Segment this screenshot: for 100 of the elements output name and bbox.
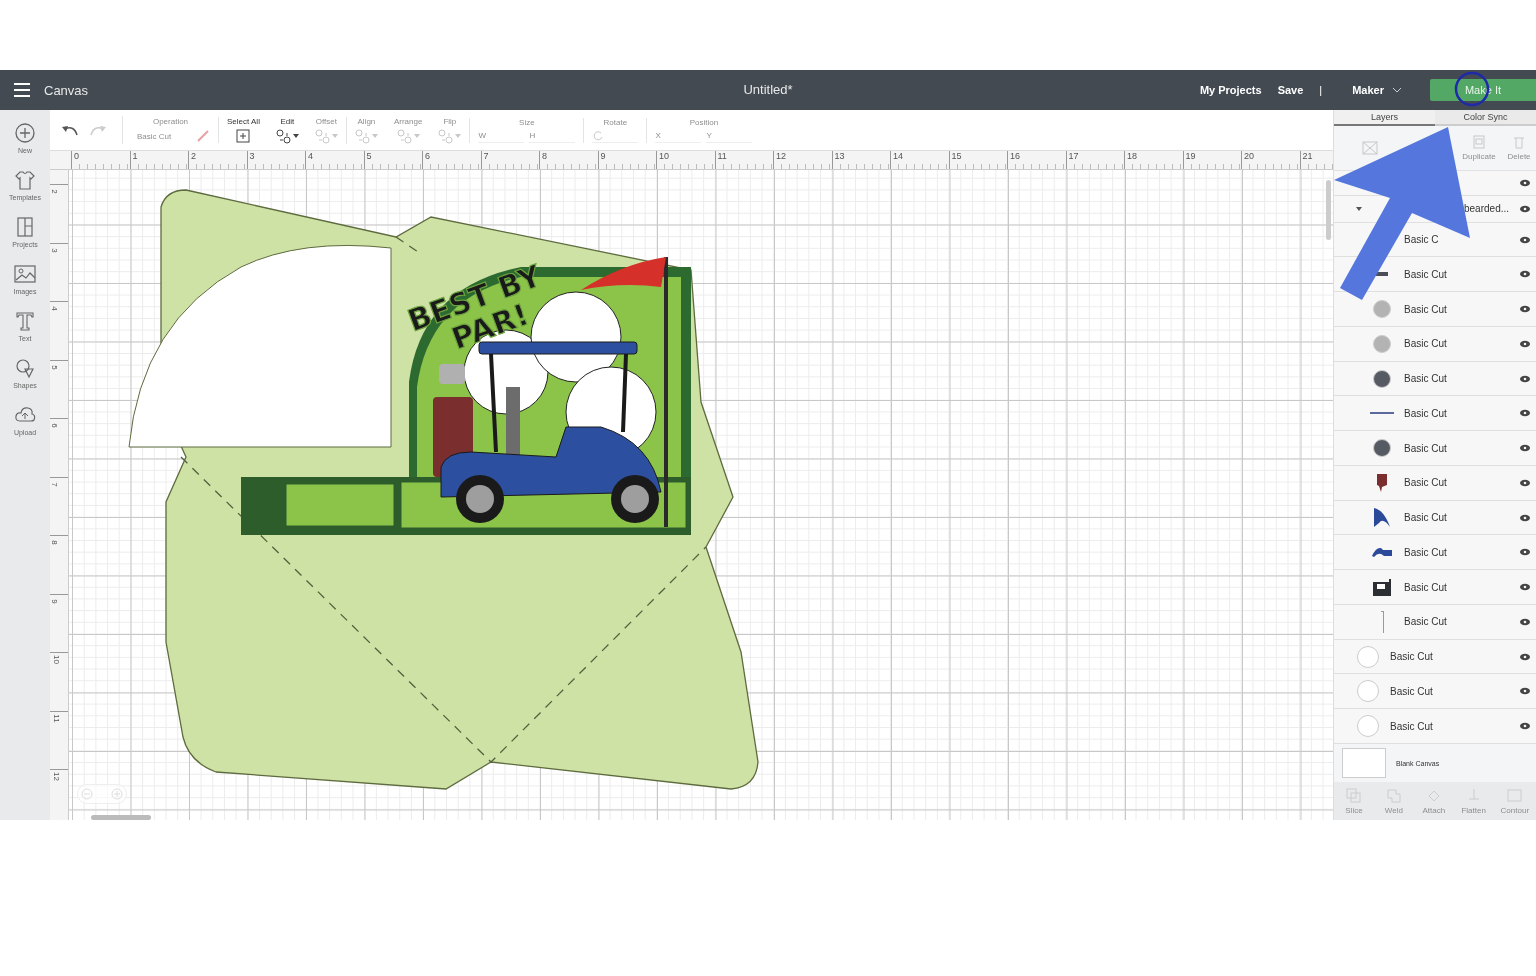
toolbar-label: Rotate xyxy=(603,117,628,127)
ruler-number: 4 xyxy=(305,151,364,169)
undo-button[interactable] xyxy=(60,123,78,137)
toolbar-label: Select All xyxy=(227,117,260,126)
ruler-number: 11 xyxy=(51,713,61,723)
separator: | xyxy=(1319,84,1323,96)
scrollbar[interactable] xyxy=(91,815,151,820)
eye-icon xyxy=(1519,478,1531,487)
layer-name: Basic Cut xyxy=(1404,546,1447,558)
plus-icon xyxy=(236,129,251,143)
ruler-number: 7 xyxy=(49,481,59,487)
ruler-number: 8 xyxy=(539,151,598,169)
trash-icon xyxy=(1511,135,1527,149)
ruler-number: 4 xyxy=(49,306,59,311)
undo-icon xyxy=(60,123,78,137)
eye-icon xyxy=(1519,583,1531,591)
machine-dropdown[interactable]: Maker xyxy=(1346,83,1408,97)
eye-icon xyxy=(1519,235,1531,244)
select-all-button[interactable] xyxy=(236,129,251,143)
ruler-number: 6 xyxy=(49,423,59,428)
layer-thumbnail xyxy=(1357,680,1379,703)
ruler-number: 14 xyxy=(890,151,949,169)
plus-icon xyxy=(111,788,123,800)
toolbar-label: Align xyxy=(357,116,376,126)
tool-icon xyxy=(314,128,330,144)
ruler-number: 5 xyxy=(49,364,59,370)
ruler-number: 12 xyxy=(51,772,61,781)
eye-icon xyxy=(1519,652,1531,661)
eye-icon xyxy=(1519,687,1531,696)
canvas-thumbnail xyxy=(1342,748,1386,778)
eye-icon xyxy=(1519,722,1531,730)
ruler-number: 20 xyxy=(1241,151,1300,169)
ruler-number: 2 xyxy=(188,151,247,169)
layer-name: Basic Cut xyxy=(1404,268,1447,280)
panel-tab[interactable]: Layers xyxy=(1334,110,1435,126)
header-link[interactable]: Save xyxy=(1277,84,1304,96)
panel-tab[interactable]: Color Sync xyxy=(1435,110,1536,126)
toolbar-label: Offset xyxy=(315,116,337,126)
ruler-number: 6 xyxy=(422,151,481,169)
ruler-number: 17 xyxy=(1065,151,1124,169)
layer-thumbnail xyxy=(1357,645,1379,668)
eye-icon xyxy=(1519,548,1531,557)
ruler-number: 18 xyxy=(1124,151,1183,169)
eye-icon xyxy=(1519,339,1531,348)
rotate-icon xyxy=(592,129,605,142)
caret-icon xyxy=(455,134,462,138)
tool-icon xyxy=(396,128,412,144)
header-link[interactable]: My Projects xyxy=(1199,84,1262,96)
layer-name: Basic Cut xyxy=(1404,442,1447,454)
app-title: Canvas xyxy=(44,82,89,98)
ruler-number: 12 xyxy=(773,151,832,169)
tool-icon xyxy=(354,128,370,144)
ruler-number: 3 xyxy=(246,151,305,169)
contour-icon xyxy=(1507,787,1523,803)
eye-icon xyxy=(1519,617,1531,626)
toolbar-label: Edit xyxy=(280,116,295,126)
layer-name: Basic Cut xyxy=(1404,616,1447,628)
eye-icon xyxy=(1519,374,1531,383)
input-field[interactable] xyxy=(592,129,639,143)
layer-name: Basic Cut xyxy=(1404,303,1447,315)
ruler-number: 11 xyxy=(714,151,773,169)
ruler-number: 9 xyxy=(49,598,59,604)
toolbar-dropdown[interactable] xyxy=(275,128,299,144)
toolbar-label: Operation xyxy=(152,117,189,126)
layer-thumbnail xyxy=(1357,715,1379,737)
menu-icon xyxy=(12,80,32,100)
ruler-number: 1 xyxy=(129,151,188,169)
eye-icon xyxy=(1519,305,1531,313)
text-icon xyxy=(14,310,36,332)
group-icon xyxy=(1362,141,1378,155)
shirt-icon xyxy=(14,169,36,191)
toolbar-label: Size xyxy=(519,117,535,127)
book-icon xyxy=(14,216,36,238)
scrollbar[interactable] xyxy=(1326,180,1331,240)
eye-icon xyxy=(1519,444,1531,452)
tool-icon xyxy=(438,128,454,144)
ruler-number: 19 xyxy=(1182,151,1241,169)
layer-name: Basic Cut xyxy=(1390,720,1433,732)
zoom-control[interactable] xyxy=(77,784,127,804)
toolbar-label: Position xyxy=(689,117,719,127)
slice-icon xyxy=(1346,787,1362,803)
eye-icon xyxy=(1519,409,1531,418)
pen-icon xyxy=(196,129,210,143)
document-title: Untitled* xyxy=(743,82,793,97)
ruler-number: 9 xyxy=(597,151,656,169)
ruler-number: 5 xyxy=(363,151,422,169)
shapes-icon xyxy=(14,357,36,379)
chevron-icon xyxy=(1392,87,1402,93)
eye-icon xyxy=(1519,204,1531,213)
caret-icon xyxy=(413,134,420,138)
ruler-number: 10 xyxy=(51,655,61,664)
layer-name: bearded... xyxy=(1464,203,1510,215)
layer-name: Basic Cut xyxy=(1390,685,1433,697)
ruler-number: 8 xyxy=(49,540,59,545)
weld-icon xyxy=(1386,787,1402,803)
eye-icon xyxy=(1519,178,1531,187)
layer-name: Basic C xyxy=(1404,234,1439,245)
ruler-number: 0 xyxy=(71,151,130,169)
ruler-number: 10 xyxy=(656,151,715,169)
layer-name: Basic Cut xyxy=(1404,581,1447,593)
